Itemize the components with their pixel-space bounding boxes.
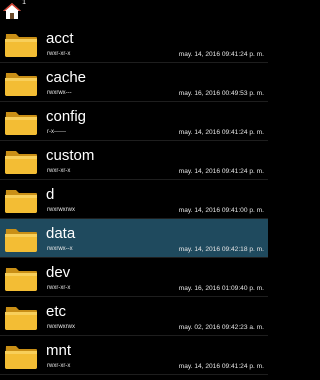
folder-icon <box>4 145 38 176</box>
file-permissions: rwxrwxrwx <box>47 207 75 213</box>
file-permissions: rwxrwxrwx <box>47 324 75 330</box>
file-name: cache <box>46 69 87 86</box>
folder-icon <box>4 184 38 215</box>
file-name: data <box>46 225 76 242</box>
file-date: may. 14, 2016 09:41:24 p. m. <box>178 363 264 370</box>
file-permissions: rwxr-xr-x <box>47 51 71 57</box>
file-row-data[interactable]: data rwxrwx--x may. 14, 2016 09:42:18 p. m… <box>0 219 268 258</box>
file-name: dev <box>46 264 71 281</box>
file-date: may. 16, 2016 00:49:53 p. m. <box>178 90 264 97</box>
file-name: config <box>46 108 87 125</box>
file-permissions: rwxrwx--- <box>47 90 72 96</box>
file-permissions: rwxrwx--x <box>47 246 73 252</box>
file-name: etc <box>46 303 67 320</box>
file-date: may. 16, 2016 01:09:40 p. m. <box>178 285 264 292</box>
folder-icon <box>4 301 38 332</box>
file-row-dev[interactable]: dev rwxr-xr-x may. 16, 2016 01:09:40 p. m. <box>0 258 268 297</box>
file-row-config[interactable]: config r-x------ may. 14, 2016 09:41:24 p.… <box>0 102 268 141</box>
folder-icon <box>4 67 38 98</box>
file-row-d[interactable]: d rwxrwxrwx may. 14, 2016 09:41:00 p. m. <box>0 180 268 219</box>
file-date: may. 14, 2016 09:41:24 p. m. <box>178 51 264 58</box>
file-row-custom[interactable]: custom rwxr-xr-x may. 14, 2016 09:41:24 p.… <box>0 141 268 180</box>
file-name: custom <box>46 147 95 164</box>
file-name: mnt <box>46 342 72 359</box>
file-row-acct[interactable]: acct rwxr-xr-x may. 14, 2016 09:41:24 p. m… <box>0 24 268 63</box>
file-permissions: rwxr-xr-x <box>47 168 71 174</box>
file-row-mnt[interactable]: mnt rwxr-xr-x may. 14, 2016 09:41:24 p. m. <box>0 336 268 375</box>
file-date: may. 14, 2016 09:41:00 p. m. <box>178 207 264 214</box>
file-name: d <box>46 186 55 203</box>
file-date: may. 14, 2016 09:41:24 p. m. <box>178 168 264 175</box>
home-button[interactable]: 1 <box>2 0 26 23</box>
folder-icon <box>4 28 38 59</box>
folder-icon <box>4 223 38 254</box>
folder-icon <box>4 106 38 137</box>
home-icon <box>3 3 21 19</box>
top-toolbar: 1 <box>0 0 268 24</box>
folder-icon <box>4 262 38 293</box>
file-date: may. 02, 2016 09:42:23 a. m. <box>178 324 264 331</box>
home-badge: 1 <box>22 0 26 6</box>
file-name: acct <box>46 30 74 47</box>
file-date: may. 14, 2016 09:42:18 p. m. <box>178 246 264 253</box>
file-date: may. 14, 2016 09:41:24 p. m. <box>178 129 264 136</box>
file-row-etc[interactable]: etc rwxrwxrwx may. 02, 2016 09:42:23 a. m. <box>0 297 268 336</box>
file-list: acct rwxr-xr-x may. 14, 2016 09:41:24 p. m… <box>0 24 268 380</box>
file-permissions: r-x------ <box>47 129 66 135</box>
folder-icon <box>4 340 38 371</box>
file-row-cache[interactable]: cache rwxrwx--- may. 16, 2016 00:49:53 p. … <box>0 63 268 102</box>
file-permissions: rwxr-xr-x <box>47 285 71 291</box>
file-permissions: rwxr-xr-x <box>47 363 71 369</box>
